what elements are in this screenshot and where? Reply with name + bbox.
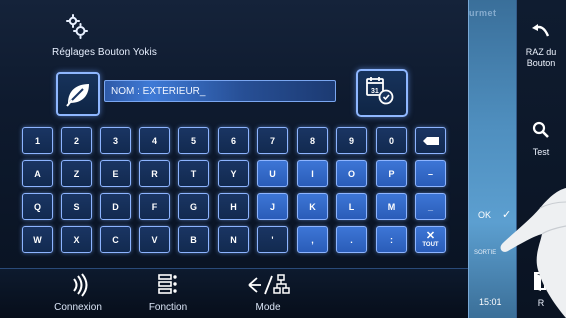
nav-mode-label: Mode xyxy=(255,302,281,313)
reset-button[interactable]: RAZ du Bouton xyxy=(518,20,564,69)
key-w[interactable]: W xyxy=(22,226,53,253)
gears-icon xyxy=(66,14,88,39)
key-f[interactable]: F xyxy=(139,193,170,220)
key-2[interactable]: 2 xyxy=(61,127,92,154)
key-n[interactable]: N xyxy=(218,226,249,253)
key-b[interactable]: B xyxy=(178,226,209,253)
key-1[interactable]: 1 xyxy=(22,127,53,154)
key-u[interactable]: U xyxy=(257,160,288,187)
key-symbol-7-3[interactable]: , xyxy=(297,226,328,253)
key-symbol-10-1[interactable]: – xyxy=(415,160,446,187)
key-a[interactable]: A xyxy=(22,160,53,187)
exit-label[interactable]: SORTIE xyxy=(474,250,496,256)
key-v[interactable]: V xyxy=(139,226,170,253)
key-c[interactable]: C xyxy=(100,226,131,253)
key-l[interactable]: L xyxy=(336,193,367,220)
magnifier-icon xyxy=(532,121,549,138)
key-symbol-8-3[interactable]: . xyxy=(336,226,367,253)
nav-connexion[interactable]: Connexion xyxy=(38,270,118,316)
key-g[interactable]: G xyxy=(178,193,209,220)
function-list-icon xyxy=(158,274,177,294)
key-y[interactable]: Y xyxy=(218,160,249,187)
backspace-key[interactable] xyxy=(415,127,446,154)
key-j[interactable]: J xyxy=(257,193,288,220)
key-e[interactable]: E xyxy=(100,160,131,187)
clear-icon: ✕ xyxy=(425,229,436,242)
key-0[interactable]: 0 xyxy=(376,127,407,154)
panel-divider xyxy=(468,0,469,318)
ok-label[interactable]: OK xyxy=(478,210,491,220)
key-symbol-9-3[interactable]: : xyxy=(376,226,407,253)
key-p[interactable]: P xyxy=(376,160,407,187)
key-k[interactable]: K xyxy=(297,193,328,220)
device-screen: Réglages Bouton Yokis NOM : EXTERIEUR_ 3… xyxy=(0,0,566,318)
backspace-icon xyxy=(422,136,439,145)
key-9[interactable]: 9 xyxy=(336,127,367,154)
key-symbol-6-3[interactable]: ' xyxy=(257,226,288,253)
brand-logo: urmet xyxy=(469,8,497,18)
key-3[interactable]: 3 xyxy=(100,127,131,154)
category-leaf-button[interactable] xyxy=(56,72,100,116)
clock-time: 15:01 xyxy=(479,297,502,307)
calendar-clock-icon: 31 xyxy=(366,77,394,105)
schedule-button[interactable]: 31 xyxy=(356,69,408,117)
svg-text:31: 31 xyxy=(371,88,379,95)
reset-label-2: Bouton xyxy=(526,58,556,68)
key-x[interactable]: X xyxy=(61,226,92,253)
mode-network-icon xyxy=(248,274,290,295)
nav-fonction[interactable]: Fonction xyxy=(128,270,208,316)
undo-arrow-icon xyxy=(532,24,550,37)
key-6[interactable]: 6 xyxy=(218,127,249,154)
nav-fonction-label: Fonction xyxy=(148,302,188,313)
key-q[interactable]: Q xyxy=(22,193,53,220)
key-8[interactable]: 8 xyxy=(297,127,328,154)
key-s[interactable]: S xyxy=(61,193,92,220)
key-5[interactable]: 5 xyxy=(178,127,209,154)
test-button[interactable]: Test xyxy=(518,120,564,157)
key-i[interactable]: I xyxy=(297,160,328,187)
key-symbol-10-2[interactable]: _ xyxy=(415,193,446,220)
key-d[interactable]: D xyxy=(100,193,131,220)
nav-connexion-label: Connexion xyxy=(54,302,102,313)
name-input[interactable]: NOM : EXTERIEUR_ xyxy=(104,80,336,102)
user-hand xyxy=(500,188,566,318)
leaf-icon xyxy=(66,84,89,107)
nav-mode[interactable]: Mode xyxy=(228,270,308,316)
key-z[interactable]: Z xyxy=(61,160,92,187)
key-4[interactable]: 4 xyxy=(139,127,170,154)
key-o[interactable]: O xyxy=(336,160,367,187)
key-m[interactable]: M xyxy=(376,193,407,220)
page-title: Réglages Bouton Yokis xyxy=(52,47,157,58)
clear-all-label: TOUT xyxy=(422,241,439,248)
wireless-signal-icon xyxy=(73,273,88,297)
test-label: Test xyxy=(532,147,550,157)
key-7[interactable]: 7 xyxy=(257,127,288,154)
clear-all-key[interactable]: ✕ TOUT xyxy=(415,226,446,253)
key-h[interactable]: H xyxy=(218,193,249,220)
key-t[interactable]: T xyxy=(178,160,209,187)
key-r[interactable]: R xyxy=(139,160,170,187)
reset-label-1: RAZ du xyxy=(525,47,557,57)
